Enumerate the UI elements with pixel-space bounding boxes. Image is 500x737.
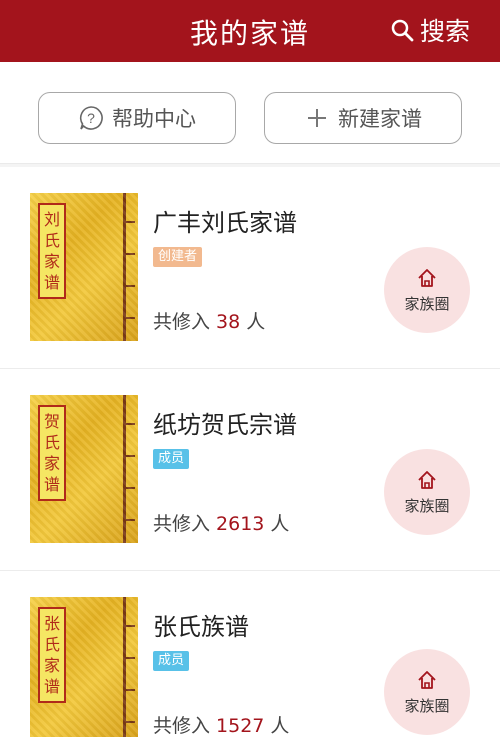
cover-char: 刘 xyxy=(43,209,60,229)
count-number: 38 xyxy=(216,311,241,333)
cover-char: 氏 xyxy=(43,230,60,250)
count-suffix: 人 xyxy=(270,513,290,535)
count-prefix: 共修入 xyxy=(153,513,211,535)
help-icon: ? xyxy=(79,106,103,130)
genealogy-cover: 刘 氏 家 谱 xyxy=(30,193,138,341)
genealogy-card[interactable]: 刘 氏 家 谱 广丰刘氏家谱 创建者 共修入 38 人 家族圈 xyxy=(0,167,500,369)
family-circle-label: 家族圈 xyxy=(404,696,450,715)
cover-char: 谱 xyxy=(43,676,60,696)
help-center-label: 帮助中心 xyxy=(112,107,196,131)
book-spine xyxy=(123,597,126,737)
cover-char: 氏 xyxy=(43,432,60,452)
role-badge: 创建者 xyxy=(153,247,203,267)
count-prefix: 共修入 xyxy=(153,311,211,333)
cover-char: 贺 xyxy=(43,411,60,431)
book-binding xyxy=(125,193,135,341)
plus-icon xyxy=(308,109,326,127)
new-genealogy-button[interactable]: 新建家谱 xyxy=(264,92,462,144)
genealogy-card[interactable]: 贺 氏 家 谱 纸坊贺氏宗谱 成员 共修入 2613 人 家族圈 xyxy=(0,369,500,571)
home-icon xyxy=(418,268,436,287)
member-count: 共修入 38 人 xyxy=(153,307,265,334)
count-number: 2613 xyxy=(216,513,265,535)
family-circle-label: 家族圈 xyxy=(404,294,450,313)
cover-char: 谱 xyxy=(43,272,60,292)
count-suffix: 人 xyxy=(246,311,266,333)
count-number: 1527 xyxy=(216,715,265,737)
book-binding xyxy=(125,395,135,543)
cover-label: 贺 氏 家 谱 xyxy=(38,405,66,501)
genealogy-card[interactable]: 张 氏 家 谱 张氏族谱 成员 共修入 1527 人 家族圈 xyxy=(0,571,500,737)
family-circle-button[interactable]: 家族圈 xyxy=(384,649,470,735)
app-header: 我的家谱 搜索 xyxy=(0,0,500,62)
role-badge: 成员 xyxy=(153,651,190,671)
book-spine xyxy=(123,395,126,543)
count-prefix: 共修入 xyxy=(153,715,211,737)
book-spine xyxy=(123,193,126,341)
cover-char: 家 xyxy=(43,453,60,473)
home-icon xyxy=(418,470,436,489)
cover-char: 张 xyxy=(43,613,60,633)
member-count: 共修入 1527 人 xyxy=(153,711,289,737)
search-button[interactable]: 搜索 xyxy=(390,12,470,48)
book-binding xyxy=(125,597,135,737)
genealogy-name: 纸坊贺氏宗谱 xyxy=(153,411,297,439)
search-icon xyxy=(391,19,414,42)
genealogy-cover: 贺 氏 家 谱 xyxy=(30,395,138,543)
cover-char: 家 xyxy=(43,251,60,271)
member-count: 共修入 2613 人 xyxy=(153,509,289,536)
cover-char: 谱 xyxy=(43,474,60,494)
cover-label: 张 氏 家 谱 xyxy=(38,607,66,703)
genealogy-name: 广丰刘氏家谱 xyxy=(153,209,297,237)
role-badge: 成员 xyxy=(153,449,190,469)
cover-char: 家 xyxy=(43,655,60,675)
cover-label: 刘 氏 家 谱 xyxy=(38,203,66,299)
genealogy-name: 张氏族谱 xyxy=(153,613,249,641)
help-center-button[interactable]: ? 帮助中心 xyxy=(38,92,236,144)
action-bar: ? 帮助中心 新建家谱 xyxy=(0,62,500,164)
svg-text:?: ? xyxy=(87,110,95,126)
family-circle-button[interactable]: 家族圈 xyxy=(384,449,470,535)
family-circle-label: 家族圈 xyxy=(404,496,450,515)
cover-char: 氏 xyxy=(43,634,60,654)
search-label: 搜索 xyxy=(419,17,470,46)
count-suffix: 人 xyxy=(270,715,290,737)
genealogy-cover: 张 氏 家 谱 xyxy=(30,597,138,737)
family-circle-button[interactable]: 家族圈 xyxy=(384,247,470,333)
home-icon xyxy=(418,670,436,689)
new-genealogy-label: 新建家谱 xyxy=(338,107,422,131)
